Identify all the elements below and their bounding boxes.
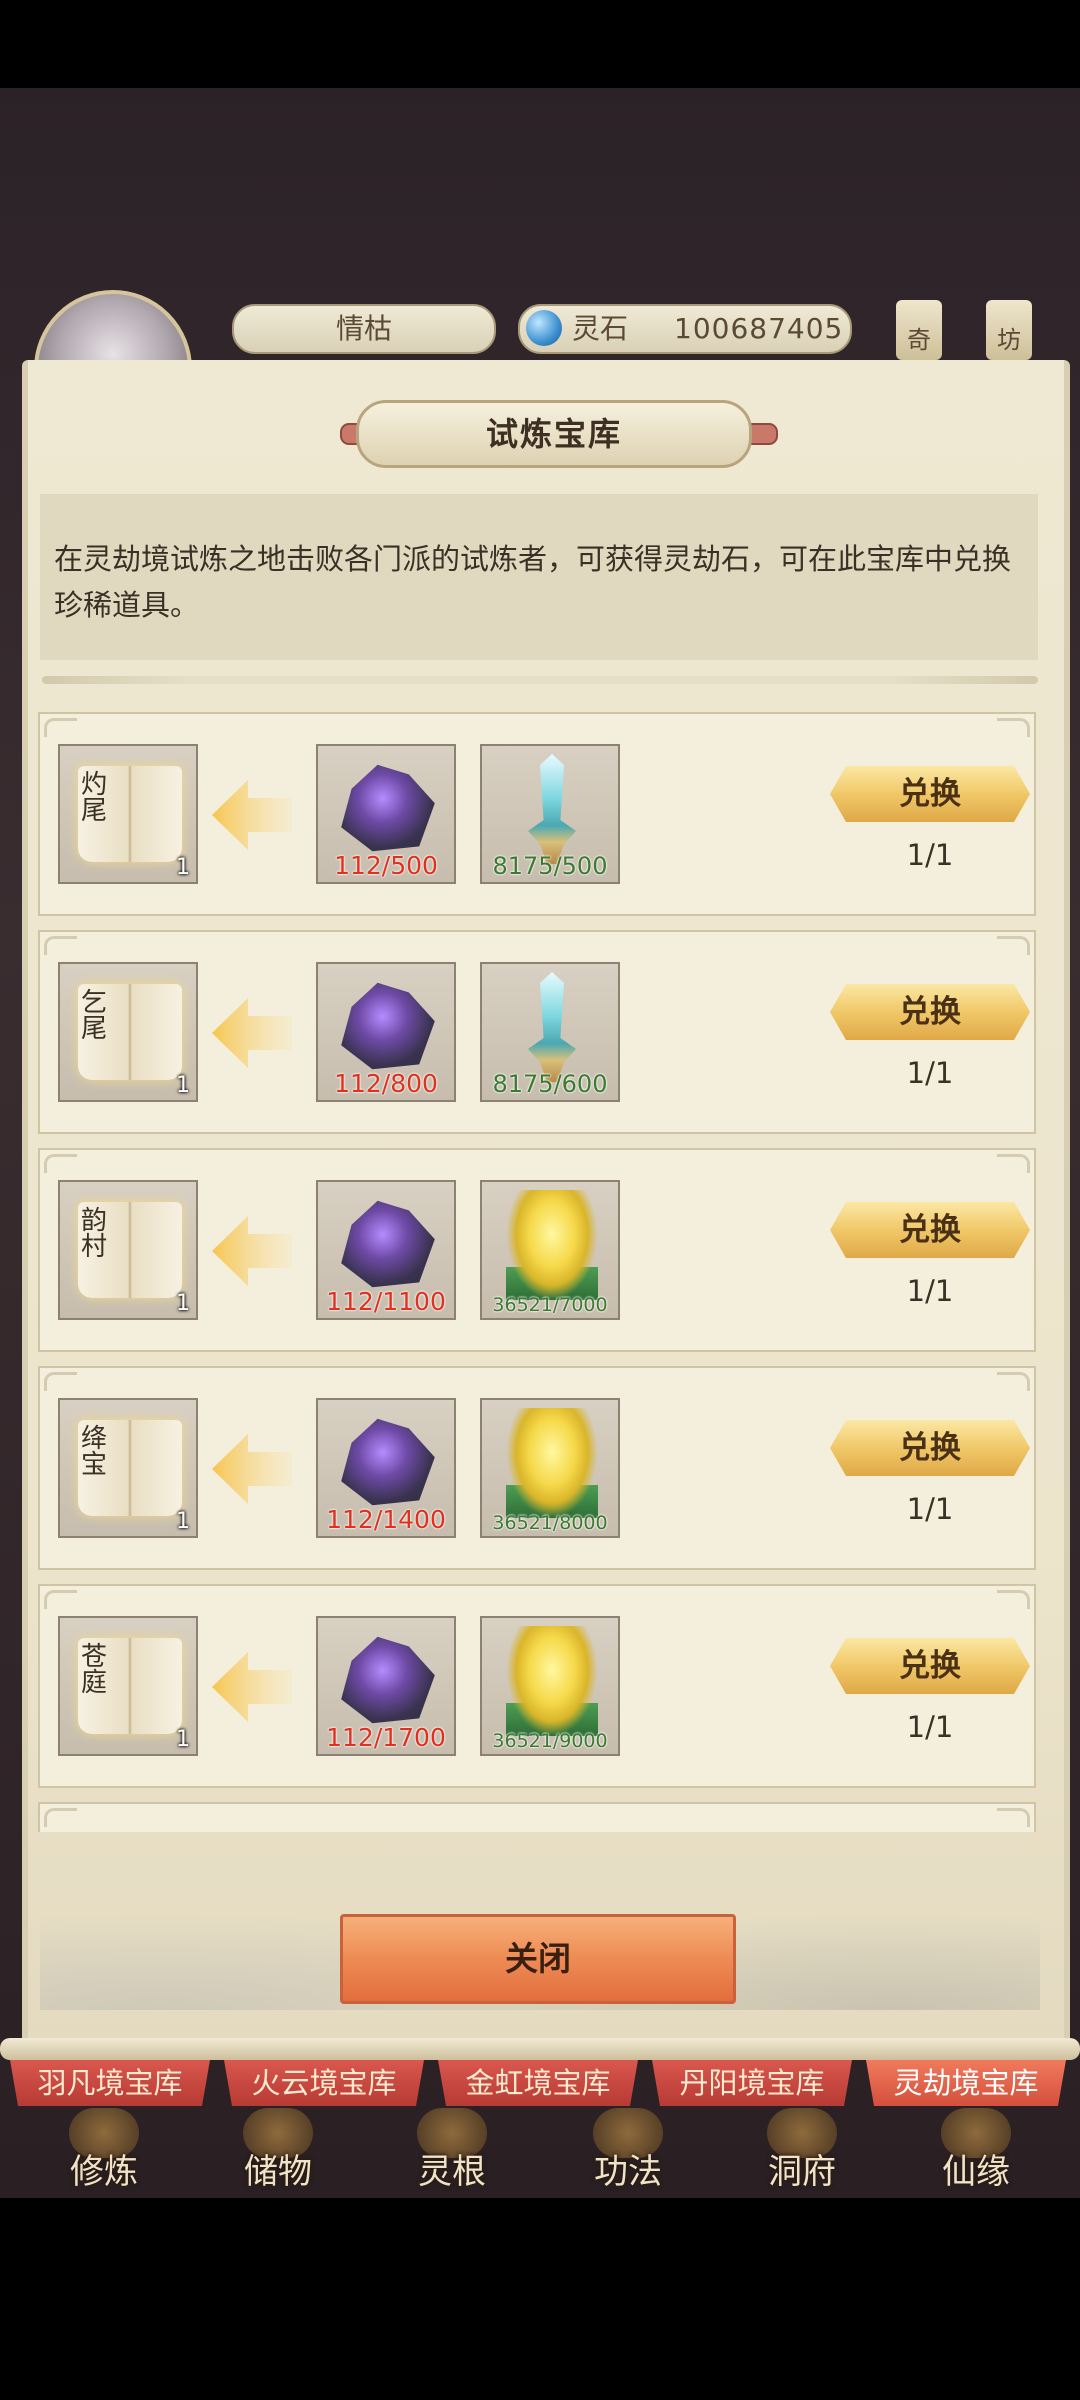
spirit-stone-counter: 灵石 100687405 [518, 304, 852, 354]
exchange-limit: 1/1 [906, 838, 954, 872]
reward-slot[interactable]: 乞尾 1 [58, 962, 198, 1102]
nav-label: 灵根 [418, 2152, 486, 2192]
exchange-button[interactable]: 兑换 [830, 984, 1030, 1040]
reward-quantity: 1 [176, 1727, 190, 1752]
nav-fate[interactable]: 仙缘 [896, 2108, 1056, 2198]
reward-quantity: 1 [176, 1291, 190, 1316]
trial-stone-icon [341, 982, 435, 1070]
exchange-limit: 1/1 [906, 1492, 954, 1526]
exchange-limit: 1/1 [906, 1274, 954, 1308]
close-button[interactable]: 关闭 [340, 1914, 736, 2004]
trial-stone-icon [341, 1200, 435, 1288]
cost-slot-stone[interactable]: 112/800 [316, 962, 456, 1102]
exchange-button[interactable]: 兑换 [830, 766, 1030, 822]
nav-storage[interactable]: 储物 [198, 2108, 358, 2198]
exchange-button[interactable]: 兑换 [830, 1202, 1030, 1258]
tab-huoyun[interactable]: 火云境宝库 [224, 2060, 424, 2106]
flame-icon [506, 1190, 598, 1300]
reward-slot[interactable]: 韵村 1 [58, 1180, 198, 1320]
cost-count: 112/800 [334, 1069, 438, 1098]
cost-count: 112/500 [334, 851, 438, 880]
book-title: 绛宝 [80, 1424, 107, 1480]
sword-icon [528, 972, 576, 1082]
treasury-tabs: 羽凡境宝库 火云境宝库 金虹境宝库 丹阳境宝库 灵劫境宝库 [10, 2060, 1070, 2110]
nav-techniques[interactable]: 功法 [548, 2108, 708, 2198]
cost-count: 8175/500 [492, 852, 608, 880]
arrow-left-icon [212, 998, 292, 1068]
cost-count: 112/1400 [326, 1505, 446, 1534]
exchange-limit: 1/1 [906, 1710, 954, 1744]
tab-jinhong[interactable]: 金虹境宝库 [438, 2060, 638, 2106]
reward-slot[interactable]: 灼尾 1 [58, 744, 198, 884]
sword-icon [528, 754, 576, 864]
popup-description: 在灵劫境试炼之地击败各门派的试炼者，可获得灵劫石，可在此宝库中兑换珍稀道具。 [40, 494, 1038, 660]
exchange-row: 韵村 1 112/1100 36521/7000 兑换 1/1 [38, 1148, 1036, 1352]
trial-stone-icon [341, 1418, 435, 1506]
reward-slot[interactable]: 苍庭 1 [58, 1616, 198, 1756]
scroll-rod [0, 2038, 1080, 2060]
nav-label: 洞府 [768, 2152, 836, 2192]
currency-label: 灵石 [572, 312, 629, 345]
currency-value: 100687405 [674, 312, 844, 345]
cost-count: 112/1100 [326, 1287, 446, 1316]
exchange-button[interactable]: 兑换 [830, 1420, 1030, 1476]
cost-slot-secondary[interactable]: 36521/7000 [480, 1180, 620, 1320]
exchange-row: 乞尾 1 112/800 8175/600 兑换 1/1 [38, 930, 1036, 1134]
cost-slot-stone[interactable]: 112/1100 [316, 1180, 456, 1320]
cost-count: 8175/600 [492, 1070, 608, 1098]
spirit-stone-icon [526, 310, 562, 346]
cost-slot-stone[interactable]: 112/1400 [316, 1398, 456, 1538]
exchange-row: 灼尾 1 112/500 8175/500 兑换 1/1 [38, 712, 1036, 916]
side-tag-fang[interactable]: 坊 [986, 300, 1032, 360]
book-title: 乞尾 [80, 988, 107, 1044]
cost-slot-stone[interactable]: 112/500 [316, 744, 456, 884]
book-title: 灼尾 [80, 770, 107, 826]
divider [42, 676, 1038, 684]
tab-danyang[interactable]: 丹阳境宝库 [652, 2060, 852, 2106]
exchange-button[interactable]: 兑换 [830, 1638, 1030, 1694]
nav-label: 修炼 [70, 2152, 138, 2192]
arrow-left-icon [212, 1434, 292, 1504]
book-title: 韵村 [80, 1206, 107, 1262]
tab-yufan[interactable]: 羽凡境宝库 [10, 2060, 210, 2106]
exchange-row: 苍庭 1 112/1700 36521/9000 兑换 1/1 [38, 1584, 1036, 1788]
nav-label: 功法 [594, 2152, 662, 2192]
exchange-row-partial [38, 1802, 1036, 1832]
popup-title: 试炼宝库 [356, 400, 752, 468]
reward-quantity: 1 [176, 1073, 190, 1098]
trial-stone-icon [341, 764, 435, 852]
cost-count: 36521/9000 [492, 1730, 608, 1752]
cost-slot-secondary[interactable]: 8175/500 [480, 744, 620, 884]
cost-slot-secondary[interactable]: 36521/9000 [480, 1616, 620, 1756]
trial-stone-icon [341, 1636, 435, 1724]
nav-spirit-root[interactable]: 灵根 [372, 2108, 532, 2198]
nav-cultivation[interactable]: 修炼 [24, 2108, 184, 2198]
reward-quantity: 1 [176, 1509, 190, 1534]
arrow-left-icon [212, 1216, 292, 1286]
nav-label: 储物 [244, 2152, 312, 2192]
nav-label: 仙缘 [942, 2152, 1010, 2192]
arrow-left-icon [212, 1652, 292, 1722]
exchange-limit: 1/1 [906, 1056, 954, 1090]
exchange-row: 绛宝 1 112/1400 36521/8000 兑换 1/1 [38, 1366, 1036, 1570]
book-title: 苍庭 [80, 1642, 107, 1698]
cost-count: 112/1700 [326, 1723, 446, 1752]
flame-icon [506, 1626, 598, 1736]
side-tag-qi[interactable]: 奇 [896, 300, 942, 360]
bottom-nav: 修炼 储物 灵根 功法 洞府 仙缘 [0, 2108, 1080, 2198]
cost-slot-secondary[interactable]: 36521/8000 [480, 1398, 620, 1538]
cost-slot-secondary[interactable]: 8175/600 [480, 962, 620, 1102]
tab-lingjie[interactable]: 灵劫境宝库 [866, 2060, 1066, 2106]
cost-count: 36521/8000 [492, 1512, 608, 1534]
cost-slot-stone[interactable]: 112/1700 [316, 1616, 456, 1756]
flame-icon [506, 1408, 598, 1518]
nav-cave[interactable]: 洞府 [722, 2108, 882, 2198]
reward-quantity: 1 [176, 855, 190, 880]
arrow-left-icon [212, 780, 292, 850]
player-name: 情枯 [232, 304, 496, 354]
reward-slot[interactable]: 绛宝 1 [58, 1398, 198, 1538]
cost-count: 36521/7000 [492, 1294, 608, 1316]
exchange-list[interactable]: 灼尾 1 112/500 8175/500 兑换 1/1 乞尾 1 112/800 8175/60… [38, 712, 1038, 1832]
